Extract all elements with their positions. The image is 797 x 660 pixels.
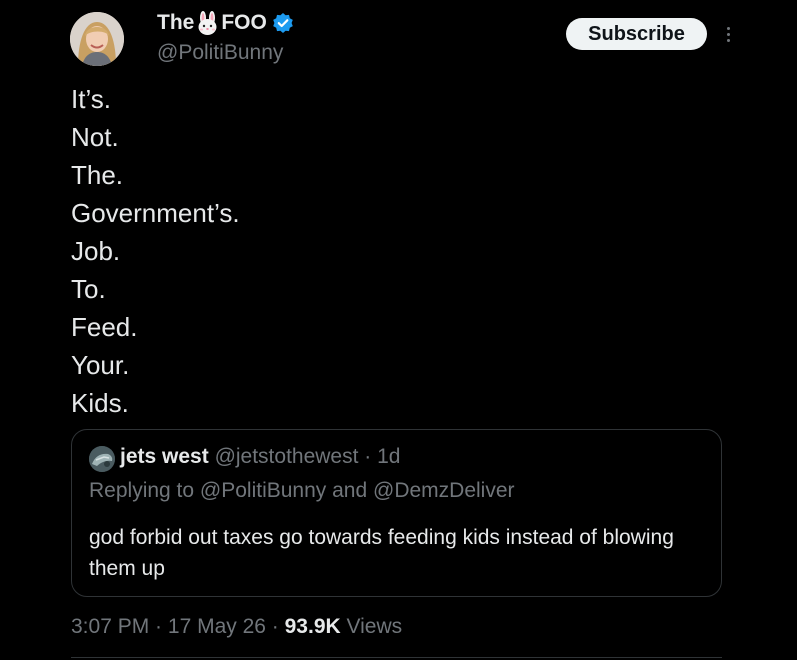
tweet-line: The. <box>71 160 124 190</box>
author-handle[interactable]: @PolitiBunny <box>157 40 283 66</box>
tweet-line: Government’s. <box>71 198 240 228</box>
tweet-line: It’s. <box>71 84 111 114</box>
tweet-line: To. <box>71 274 106 304</box>
more-dot <box>726 32 730 36</box>
views-count: 93.9K <box>284 615 341 638</box>
quoted-tweet-text: god forbid out taxes go towards feeding … <box>89 526 674 580</box>
reply-mention-1[interactable]: @PolitiBunny <box>200 479 326 502</box>
reply-mention-2[interactable]: @DemzDeliver <box>373 479 515 502</box>
quoted-tweet[interactable]: jets west @jetstothewest · 1d Replying t… <box>71 429 722 597</box>
tweet-line: Feed. <box>71 312 138 342</box>
avatar-image <box>70 12 124 66</box>
divider <box>71 657 722 658</box>
author-avatar[interactable] <box>70 12 124 66</box>
verified-badge-icon[interactable] <box>272 12 294 34</box>
meta-separator: · <box>265 615 285 638</box>
author-name-suffix: FOO <box>221 11 267 34</box>
subscribe-button[interactable]: Subscribe <box>566 18 707 50</box>
more-dot <box>726 26 730 30</box>
quoted-header: jets west @jetstothewest · 1d <box>120 443 400 471</box>
reply-prefix: Replying to <box>89 479 200 502</box>
author-name[interactable]: The FOO <box>157 10 294 36</box>
quoted-author-handle[interactable]: @jetstothewest <box>215 445 359 468</box>
reply-conjunction: and <box>326 479 374 502</box>
tweet-line: Not. <box>71 122 119 152</box>
tweet-text: It’s. Not. The. Government’s. Job. To. F… <box>71 80 240 422</box>
tweet-line: Kids. <box>71 388 129 418</box>
quoted-separator: · <box>358 445 378 468</box>
tweet-line: Your. <box>71 350 130 380</box>
more-dot <box>726 38 730 42</box>
quoted-author-name[interactable]: jets west <box>120 445 209 468</box>
more-vertical-icon[interactable] <box>719 22 737 46</box>
tweet-date[interactable]: 17 May 26 <box>168 615 266 638</box>
views-label: Views <box>340 615 403 638</box>
rabbit-face-icon <box>195 10 220 36</box>
meta-separator: · <box>149 615 168 638</box>
tweet-line: Job. <box>71 236 121 266</box>
tweet-meta: 3:07 PM · 17 May 26 · 93.9K Views <box>71 613 402 641</box>
tweet-time[interactable]: 3:07 PM <box>71 615 149 638</box>
quoted-author-avatar[interactable] <box>89 446 115 472</box>
quoted-avatar-image <box>89 446 115 472</box>
quoted-time[interactable]: 1d <box>377 445 400 468</box>
tweet: The FOO @PolitiBunny Subscribe It’s. Not… <box>0 0 797 660</box>
quoted-reply-context: Replying to @PolitiBunny and @DemzDelive… <box>89 477 515 505</box>
author-name-prefix: The <box>157 11 195 34</box>
